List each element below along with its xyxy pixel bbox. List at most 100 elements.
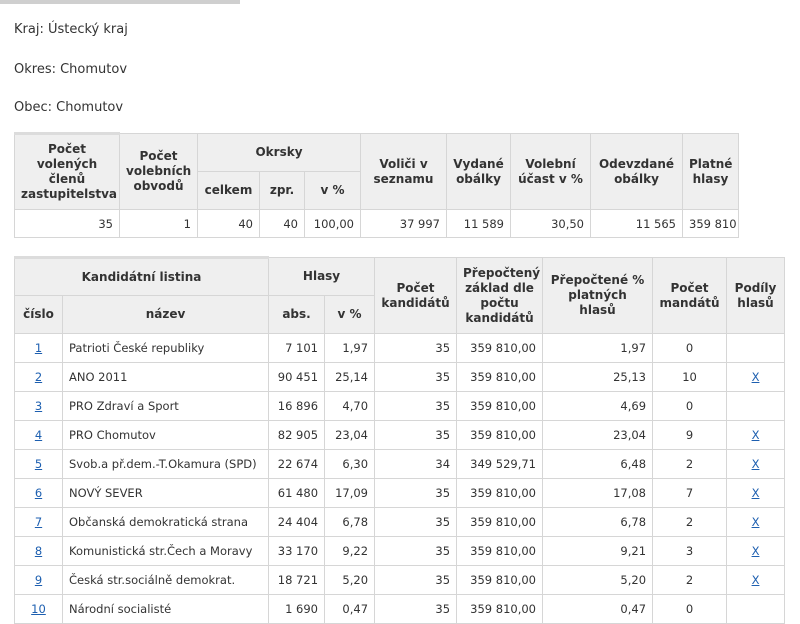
vote-share-link[interactable]: X — [752, 486, 760, 500]
recalc-base: 359 810,00 — [456, 565, 544, 595]
recalc-base: 359 810,00 — [456, 478, 544, 508]
header-envelopes-returned: Odevzdané obálky — [590, 133, 683, 210]
party-name: NOVÝ SEVER — [61, 478, 270, 508]
votes-pct: 25,14 — [324, 362, 376, 392]
candidates-count: 35 — [374, 362, 458, 392]
recalc-base: 359 810,00 — [456, 391, 544, 421]
party-number-link[interactable]: 8 — [35, 544, 42, 558]
recalc-base: 359 810,00 — [456, 507, 544, 537]
party-name: ANO 2011 — [61, 362, 270, 392]
header-votes: Hlasy — [268, 257, 376, 296]
mandates-count: 0 — [652, 594, 728, 624]
table-row: 7 Občanská demokratická strana 24 404 6,78 3… — [14, 507, 786, 537]
party-number-link[interactable]: 5 — [35, 457, 42, 471]
table-row: 2 ANO 2011 90 451 25,14 35 359 810,00 25,13 10 X — [14, 362, 786, 392]
table-row: 3 PRO Zdraví a Sport 16 896 4,70 35 359 810,0… — [14, 391, 786, 421]
vote-share-link[interactable]: X — [752, 428, 760, 442]
mandates-count: 10 — [652, 362, 728, 392]
candidates-count: 34 — [374, 449, 458, 479]
header-abs: abs. — [268, 295, 326, 334]
districts-value: 1 — [119, 209, 198, 238]
candidates-count: 35 — [374, 478, 458, 508]
party-number-link[interactable]: 9 — [35, 573, 42, 587]
summary-table: Počet volených členů zastupitelstva Poče… — [14, 132, 739, 238]
envelopes-returned-value: 11 565 — [590, 209, 683, 238]
votes-pct: 9,22 — [324, 536, 376, 566]
mandates-count: 2 — [652, 507, 728, 537]
candidates-count: 35 — [374, 391, 458, 421]
header-number: číslo — [14, 295, 63, 334]
votes-pct: 4,70 — [324, 391, 376, 421]
party-name: Komunistická str.Čech a Moravy — [61, 536, 270, 566]
party-name: PRO Zdraví a Sport — [61, 391, 270, 421]
mandates-count: 7 — [652, 478, 728, 508]
party-number-link[interactable]: 4 — [35, 428, 42, 442]
table-row: 5 Svob.a př.dem.-T.Okamura (SPD) 22 674 6,3… — [14, 449, 786, 479]
mandates-count: 9 — [652, 420, 728, 450]
recalc-pct: 4,69 — [542, 391, 654, 421]
recalc-base: 359 810,00 — [456, 536, 544, 566]
district-label: Okres: Chomutov — [14, 62, 128, 77]
vote-share-link[interactable]: X — [752, 515, 760, 529]
vote-share-link[interactable]: X — [752, 573, 760, 587]
region-label: Kraj: Ústecký kraj — [14, 22, 128, 37]
header-mandates: Počet mandátů — [652, 257, 728, 334]
vote-share-link[interactable]: X — [752, 544, 760, 558]
party-name: Patrioti České republiky — [61, 333, 270, 363]
results-table: Kandidátní listina Hlasy Počet kandidátů… — [13, 256, 786, 624]
header-name: název — [61, 295, 270, 334]
recalc-base: 349 529,71 — [456, 449, 544, 479]
vote-share-link[interactable]: X — [752, 370, 760, 384]
votes-abs: 1 690 — [268, 594, 326, 624]
mandates-count: 3 — [652, 536, 728, 566]
mandates-count: 0 — [652, 391, 728, 421]
party-number-link[interactable]: 1 — [35, 341, 42, 355]
party-name: Národní socialisté — [61, 594, 270, 624]
recalc-pct: 1,97 — [542, 333, 654, 363]
header-districts: Počet volebních obvodů — [119, 133, 198, 210]
table-row: 4 PRO Chomutov 82 905 23,04 35 359 810,00 23,0… — [14, 420, 786, 450]
mandates-count: 0 — [652, 333, 728, 363]
header-okrsky-total: celkem — [197, 171, 260, 210]
header-strip — [0, 0, 240, 4]
votes-pct: 5,20 — [324, 565, 376, 595]
votes-abs: 82 905 — [268, 420, 326, 450]
party-number-link[interactable]: 3 — [35, 399, 42, 413]
summary-row: 35 1 40 40 100,00 37 997 11 589 30,50 11… — [14, 209, 739, 238]
header-members: Počet volených členů zastupitelstva — [14, 132, 120, 210]
recalc-base: 359 810,00 — [456, 333, 544, 363]
party-name: Česká str.sociálně demokrat. — [61, 565, 270, 595]
header-turnout: Volební účast v % — [510, 133, 591, 210]
header-okrsky: Okrsky — [197, 133, 361, 172]
recalc-pct: 25,13 — [542, 362, 654, 392]
votes-abs: 24 404 — [268, 507, 326, 537]
table-row: 9 Česká str.sociálně demokrat. 18 721 5,20 3… — [14, 565, 786, 595]
party-name: Svob.a př.dem.-T.Okamura (SPD) — [61, 449, 270, 479]
table-row: 6 NOVÝ SEVER 61 480 17,09 35 359 810,00 17,08 7… — [14, 478, 786, 508]
recalc-base: 359 810,00 — [456, 420, 544, 450]
header-envelopes-issued: Vydané obálky — [446, 133, 511, 210]
recalc-pct: 23,04 — [542, 420, 654, 450]
party-name: PRO Chomutov — [61, 420, 270, 450]
vote-share-link[interactable]: X — [752, 457, 760, 471]
party-number-link[interactable]: 2 — [35, 370, 42, 384]
mandates-count: 2 — [652, 565, 728, 595]
recalc-pct: 0,47 — [542, 594, 654, 624]
party-number-link[interactable]: 6 — [35, 486, 42, 500]
recalc-pct: 6,48 — [542, 449, 654, 479]
votes-abs: 22 674 — [268, 449, 326, 479]
votes-abs: 16 896 — [268, 391, 326, 421]
header-okrsky-pct: v % — [304, 171, 361, 210]
votes-abs: 33 170 — [268, 536, 326, 566]
recalc-pct: 9,21 — [542, 536, 654, 566]
votes-abs: 90 451 — [268, 362, 326, 392]
votes-pct: 23,04 — [324, 420, 376, 450]
votes-pct: 17,09 — [324, 478, 376, 508]
party-number-link[interactable]: 10 — [31, 602, 46, 616]
okrsky-pct-value: 100,00 — [304, 209, 361, 238]
recalc-base: 359 810,00 — [456, 362, 544, 392]
header-voters: Voliči v seznamu — [360, 133, 447, 210]
party-number-link[interactable]: 7 — [35, 515, 42, 529]
votes-pct: 0,47 — [324, 594, 376, 624]
votes-pct: 6,30 — [324, 449, 376, 479]
